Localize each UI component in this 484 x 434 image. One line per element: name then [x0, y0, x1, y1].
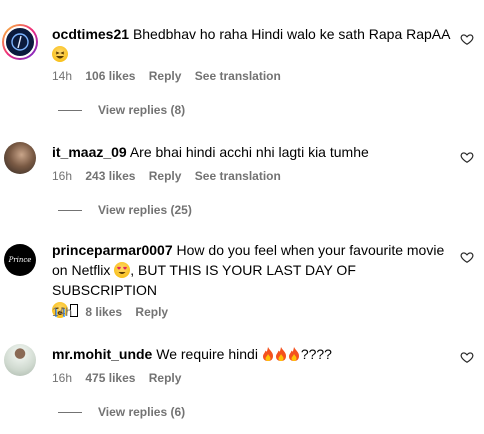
replies-divider: [58, 412, 82, 414]
timestamp: 16h: [52, 371, 73, 385]
comment-text: it_maaz_09 Are bhai hindi acchi nhi lagt…: [52, 142, 452, 162]
username[interactable]: mr.mohit_unde: [52, 346, 152, 362]
comment-text: ocdtimes21 Bhedbhav ho raha Hindi walo k…: [52, 24, 452, 64]
view-replies-label: View replies (8): [98, 103, 186, 117]
ocd-logo-avatar-icon: [4, 26, 36, 58]
reply-button[interactable]: Reply: [135, 305, 168, 319]
see-translation-button[interactable]: See translation: [195, 69, 281, 83]
timestamp: 16h: [52, 169, 73, 183]
like-heart-icon[interactable]: [460, 250, 474, 264]
avatar-logo-text: Prince: [8, 256, 32, 264]
likes-count[interactable]: 106 likes: [85, 69, 135, 83]
comment-body-suffix: ????: [300, 346, 332, 362]
fire-emoji-icon: [288, 347, 299, 361]
replies-divider: [58, 110, 82, 112]
timestamp: 14h: [52, 305, 73, 319]
username[interactable]: princeparmar0007: [52, 242, 173, 258]
likes-count[interactable]: 475 likes: [85, 371, 135, 385]
fire-emoji-icon: [262, 347, 273, 361]
avatar[interactable]: [4, 142, 36, 174]
view-replies-button[interactable]: View replies (8): [58, 102, 185, 118]
view-replies-label: View replies (6): [98, 405, 186, 419]
photo-avatar-icon: [4, 344, 36, 376]
view-replies-label: View replies (25): [98, 203, 192, 217]
replies-divider: [58, 210, 82, 212]
avatar[interactable]: [2, 24, 38, 60]
comment-body: Are bhai hindi acchi nhi lagti kia tumhe: [129, 144, 369, 160]
likes-count[interactable]: 243 likes: [85, 169, 135, 183]
avatar[interactable]: [4, 344, 36, 376]
reply-button[interactable]: Reply: [149, 69, 182, 83]
username[interactable]: it_maaz_09: [52, 144, 127, 160]
reply-button[interactable]: Reply: [149, 169, 182, 183]
view-replies-button[interactable]: View replies (6): [58, 404, 185, 420]
like-heart-icon[interactable]: [460, 350, 474, 364]
view-replies-button[interactable]: View replies (25): [58, 202, 192, 218]
heart-eyes-emoji-icon: [114, 262, 131, 278]
likes-count[interactable]: 8 likes: [85, 305, 122, 319]
fire-emoji-icon: [275, 347, 286, 361]
comment-meta: 14h 8 likes Reply: [52, 304, 178, 320]
comment-body: We require hindi: [156, 346, 258, 362]
photo-avatar-icon: [4, 142, 36, 174]
comment-meta: 14h 106 likes Reply See translation: [52, 68, 291, 84]
comment-meta: 16h 243 likes Reply See translation: [52, 168, 291, 184]
timestamp: 14h: [52, 69, 73, 83]
comment-text: mr.mohit_unde We require hindi ????: [52, 344, 452, 364]
see-translation-button[interactable]: See translation: [195, 169, 281, 183]
like-heart-icon[interactable]: [460, 150, 474, 164]
username[interactable]: ocdtimes21: [52, 26, 129, 42]
laughing-emoji-icon: [52, 46, 68, 62]
prince-logo-avatar-icon: Prince: [4, 244, 36, 276]
avatar[interactable]: Prince: [4, 244, 36, 276]
like-heart-icon[interactable]: [460, 32, 474, 46]
comment-meta: 16h 475 likes Reply: [52, 370, 191, 386]
fire-emoji-group: [262, 346, 301, 362]
comment-body: Bhedbhav ho raha Hindi walo ke sath Rapa…: [132, 26, 451, 42]
reply-button[interactable]: Reply: [149, 371, 182, 385]
